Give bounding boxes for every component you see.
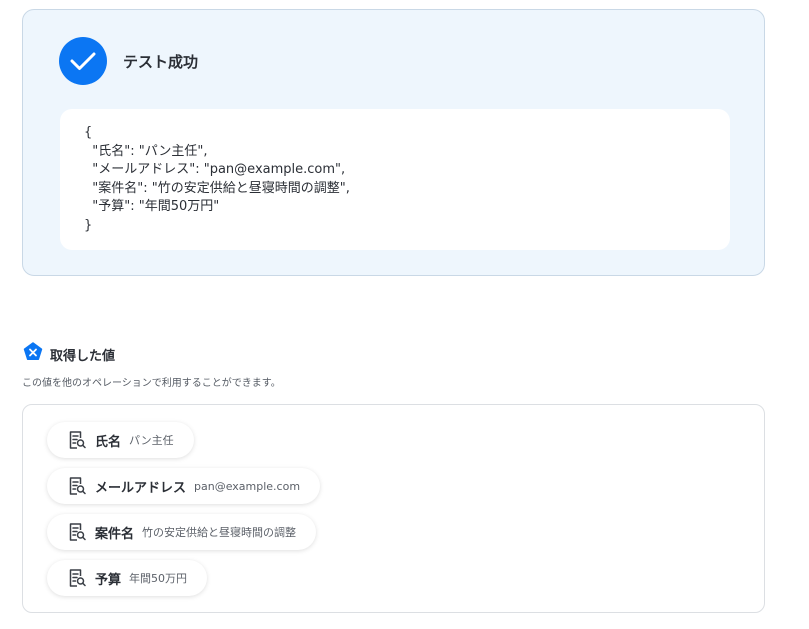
value-chip-label: 案件名 bbox=[95, 526, 135, 542]
json-line: { bbox=[84, 125, 93, 140]
page: テスト成功 { "氏名": "パン主任", "メールアドレス": "pan@ex… bbox=[0, 0, 809, 629]
variable-icon bbox=[23, 342, 43, 366]
json-line: "予算": "年間50万円" bbox=[84, 199, 220, 214]
value-chip-label: 氏名 bbox=[95, 434, 122, 450]
json-output: { "氏名": "パン主任", "メールアドレス": "pan@example.… bbox=[60, 109, 730, 250]
retrieved-values-header: 取得した値 bbox=[23, 342, 116, 366]
value-chip-email[interactable]: メールアドレス pan@example.com bbox=[47, 468, 321, 504]
retrieved-values-description: この値を他のオペレーションで利用することができます。 bbox=[22, 378, 281, 389]
value-chip-label: メールアドレス bbox=[95, 480, 187, 496]
value-chip-name[interactable]: 氏名 パン主任 bbox=[47, 422, 194, 458]
check-icon bbox=[59, 37, 107, 85]
value-chip-budget[interactable]: 予算 年間50万円 bbox=[47, 560, 208, 596]
test-success-header: テスト成功 bbox=[59, 37, 198, 85]
document-search-icon bbox=[67, 522, 87, 542]
value-chip-label: 予算 bbox=[95, 572, 122, 588]
test-success-panel: テスト成功 { "氏名": "パン主任", "メールアドレス": "pan@ex… bbox=[22, 9, 765, 276]
test-success-title: テスト成功 bbox=[123, 52, 199, 71]
json-line: "案件名": "竹の安定供給と昼寝時間の調整", bbox=[84, 180, 350, 196]
value-chip-value: パン主任 bbox=[129, 434, 174, 447]
value-chip-value: pan@example.com bbox=[194, 479, 301, 493]
value-chip-value: 年間50万円 bbox=[129, 572, 188, 585]
json-line: } bbox=[84, 217, 93, 233]
value-chip-value: 竹の安定供給と昼寝時間の調整 bbox=[142, 526, 297, 539]
retrieved-values-title: 取得した値 bbox=[50, 348, 116, 364]
retrieved-values-list: 氏名 パン主任 メールアドレス pan@example.com 案件名 竹の安定… bbox=[22, 404, 765, 613]
json-line: "メールアドレス": "pan@example.com", bbox=[84, 162, 346, 177]
document-search-icon bbox=[67, 476, 87, 496]
value-chip-project-name[interactable]: 案件名 竹の安定供給と昼寝時間の調整 bbox=[47, 514, 317, 550]
document-search-icon bbox=[67, 568, 87, 588]
json-line: "氏名": "パン主任", bbox=[84, 143, 208, 159]
document-search-icon bbox=[67, 430, 87, 450]
